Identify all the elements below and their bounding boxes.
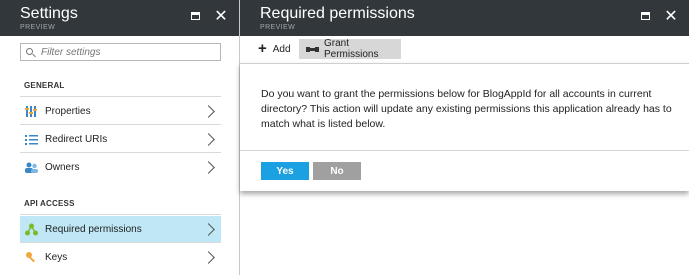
required-permissions-blade: Required permissions PREVIEW ✕ + Add Gra… [240, 0, 689, 275]
close-icon[interactable]: ✕ [663, 8, 679, 24]
sidebar-item-label: Owners [45, 161, 80, 173]
command-bar: + Add Grant Permissions [240, 36, 689, 62]
chevron-right-icon [202, 160, 215, 174]
yes-button[interactable]: Yes [261, 162, 309, 180]
permissions-icon [25, 223, 38, 236]
filter-settings-input[interactable]: Filter settings [20, 43, 221, 61]
sidebar-item-label: Keys [45, 251, 68, 263]
chevron-right-icon [202, 132, 215, 146]
settings-header: Settings PREVIEW ✕ [0, 0, 239, 36]
settings-subtitle: PREVIEW [20, 24, 56, 31]
sidebar-item-properties[interactable]: Properties [20, 98, 221, 124]
settings-blade: Settings PREVIEW ✕ Filter settings GENER… [0, 0, 240, 275]
divider [20, 96, 221, 97]
divider [20, 124, 221, 125]
sidebar-item-owners[interactable]: Owners [20, 154, 221, 180]
add-label: Add [272, 43, 291, 55]
permissions-title: Required permissions [260, 5, 415, 22]
api-access-section-label: API ACCESS [24, 199, 75, 208]
plus-icon: + [258, 40, 267, 57]
chevron-right-icon [202, 222, 215, 236]
sidebar-item-required-permissions[interactable]: Required permissions [20, 216, 221, 242]
handshake-icon [306, 45, 319, 54]
grant-permissions-button[interactable]: Grant Permissions [299, 38, 401, 60]
sidebar-item-label: Redirect URIs [45, 133, 108, 145]
list-icon [25, 133, 38, 146]
dialog-message: Do you want to grant the permissions bel… [261, 88, 672, 130]
sidebar-item-redirect-uris[interactable]: Redirect URIs [20, 126, 221, 152]
sidebar-item-keys[interactable]: Keys [20, 244, 221, 270]
search-icon [26, 48, 33, 55]
permissions-header: Required permissions PREVIEW ✕ [240, 0, 689, 36]
close-icon[interactable]: ✕ [213, 8, 229, 24]
settings-title: Settings [20, 5, 78, 22]
sidebar-item-label: Required permissions [45, 223, 142, 235]
maximize-icon[interactable] [187, 8, 203, 24]
divider [20, 214, 221, 215]
key-icon [25, 251, 38, 264]
grant-permissions-label: Grant Permissions [324, 38, 379, 60]
general-section-label: GENERAL [24, 81, 65, 90]
divider [20, 152, 221, 153]
chevron-right-icon [202, 104, 215, 118]
add-button[interactable]: + Add [258, 39, 296, 59]
grant-permissions-dialog: Do you want to grant the permissions bel… [240, 63, 689, 191]
divider [20, 242, 221, 243]
properties-icon [25, 105, 38, 118]
search-placeholder: Filter settings [41, 47, 101, 58]
maximize-icon[interactable] [637, 8, 653, 24]
permissions-subtitle: PREVIEW [260, 24, 296, 31]
sidebar-item-label: Properties [45, 105, 91, 117]
chevron-right-icon [202, 250, 215, 264]
no-button[interactable]: No [313, 162, 361, 180]
people-icon [25, 161, 38, 174]
divider [240, 150, 689, 151]
